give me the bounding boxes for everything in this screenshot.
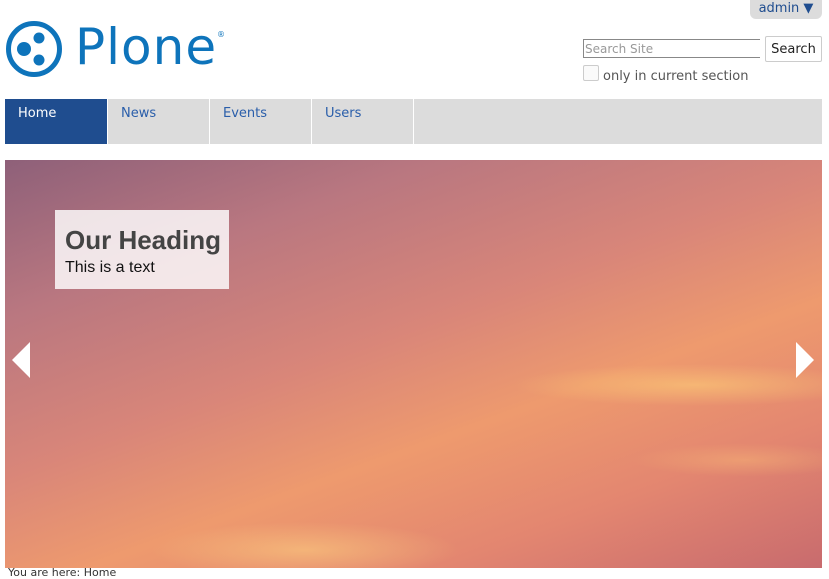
current-section-checkbox[interactable] bbox=[583, 65, 599, 81]
nav-item-users[interactable]: Users bbox=[312, 99, 414, 144]
plone-logo-icon bbox=[6, 21, 62, 77]
nav-item-news[interactable]: News bbox=[108, 99, 210, 144]
current-section-label: only in current section bbox=[603, 69, 749, 84]
user-menu[interactable]: admin ▼ bbox=[750, 0, 822, 19]
image-carousel: Our Heading This is a text bbox=[5, 160, 822, 568]
registered-mark: ® bbox=[217, 30, 225, 39]
search-button[interactable]: Search bbox=[765, 36, 822, 62]
main-navigation: Home News Events Users bbox=[5, 99, 822, 144]
slide-text: This is a text bbox=[65, 259, 155, 276]
logo-text: Plone bbox=[75, 18, 218, 76]
search-input[interactable] bbox=[583, 39, 760, 58]
site-logo[interactable]: Plone ® bbox=[5, 18, 225, 78]
chevron-right-icon[interactable] bbox=[796, 342, 814, 378]
chevron-left-icon[interactable] bbox=[12, 342, 30, 378]
slide-heading: Our Heading bbox=[65, 225, 222, 255]
nav-item-home[interactable]: Home bbox=[5, 99, 108, 144]
slide-caption: Our Heading This is a text bbox=[55, 210, 229, 289]
breadcrumb: You are here: Home bbox=[8, 566, 117, 579]
nav-item-events[interactable]: Events bbox=[210, 99, 312, 144]
